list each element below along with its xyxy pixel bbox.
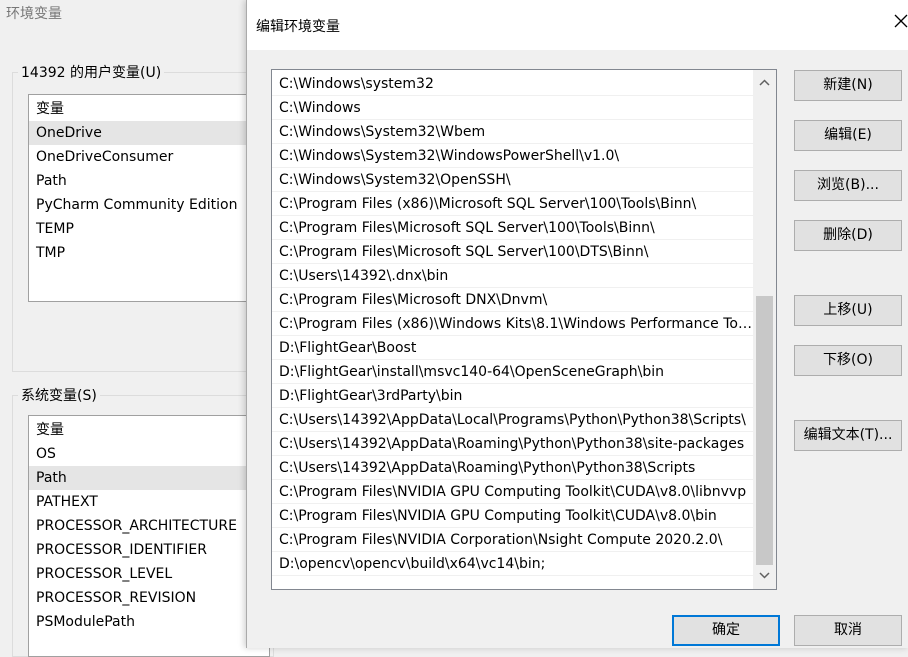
path-item[interactable]: D:\FlightGear\3rdParty\bin xyxy=(272,384,753,408)
path-item[interactable]: C:\Program Files\Microsoft SQL Server\10… xyxy=(272,240,753,264)
list-item[interactable]: Path xyxy=(29,466,269,490)
vertical-scrollbar[interactable] xyxy=(753,70,776,589)
path-item[interactable]: C:\Program Files (x86)\Microsoft SQL Ser… xyxy=(272,192,753,216)
path-item[interactable]: C:\Program Files (x86)\Windows Kits\8.1\… xyxy=(272,312,753,336)
list-item[interactable]: TEMP xyxy=(29,217,269,241)
edit-environment-variable-dialog: 编辑环境变量 C:\Windows\system32 C:\Windows C:\W… xyxy=(246,0,908,648)
path-item[interactable]: C:\Program Files\NVIDIA GPU Computing To… xyxy=(272,504,753,528)
list-item[interactable]: OneDriveConsumer xyxy=(29,145,269,169)
list-item[interactable]: PROCESSOR_ARCHITECTURE xyxy=(29,514,269,538)
new-button[interactable]: 新建(N) xyxy=(794,70,902,101)
path-item[interactable]: C:\Windows\system32 xyxy=(272,72,753,96)
window-title: 环境变量 xyxy=(6,6,62,22)
list-item[interactable]: PROCESSOR_IDENTIFIER xyxy=(29,538,269,562)
system-vars-header[interactable]: 变量 xyxy=(29,418,269,442)
path-item[interactable]: D:\FlightGear\Boost xyxy=(272,336,753,360)
list-item[interactable]: OS xyxy=(29,442,269,466)
chevron-down-icon[interactable] xyxy=(757,568,772,583)
close-icon[interactable] xyxy=(893,13,908,31)
path-item[interactable]: D:\opencv\opencv\build\x64\vc14\bin; xyxy=(272,552,753,576)
user-vars-header[interactable]: 变量 xyxy=(29,97,269,121)
chevron-up-icon[interactable] xyxy=(757,75,772,90)
move-up-button[interactable]: 上移(U) xyxy=(794,295,902,326)
list-item[interactable]: PyCharm Community Edition xyxy=(29,193,269,217)
edit-text-button[interactable]: 编辑文本(T)... xyxy=(794,420,902,451)
path-list[interactable]: C:\Windows\system32 C:\Windows C:\Windows\… xyxy=(271,69,777,590)
user-vars-list[interactable]: 变量 OneDrive OneDriveConsumer Path PyChar… xyxy=(28,94,270,302)
cancel-button[interactable]: 取消 xyxy=(794,615,902,646)
dialog-titlebar: 编辑环境变量 xyxy=(247,0,908,50)
list-item[interactable]: PROCESSOR_LEVEL xyxy=(29,562,269,586)
path-item[interactable]: C:\Windows\System32\OpenSSH\ xyxy=(272,168,753,192)
list-item[interactable]: PROCESSOR_REVISION xyxy=(29,586,269,610)
list-item[interactable]: OneDrive xyxy=(29,121,269,145)
path-item[interactable]: C:\Program Files\Microsoft SQL Server\10… xyxy=(272,216,753,240)
path-item[interactable]: C:\Users\14392\.dnx\bin xyxy=(272,264,753,288)
list-item[interactable]: PATHEXT xyxy=(29,490,269,514)
scrollbar-thumb[interactable] xyxy=(756,296,773,565)
path-item[interactable]: D:\FlightGear\install\msvc140-64\OpenSce… xyxy=(272,360,753,384)
dialog-title: 编辑环境变量 xyxy=(256,19,340,35)
system-vars-group-label: 系统变量(S) xyxy=(18,385,100,405)
list-item[interactable]: Path xyxy=(29,169,269,193)
move-down-button[interactable]: 下移(O) xyxy=(794,345,902,376)
list-item[interactable]: PSModulePath xyxy=(29,610,269,634)
path-rows: C:\Windows\system32 C:\Windows C:\Windows\… xyxy=(272,72,753,576)
path-item[interactable]: C:\Users\14392\AppData\Roaming\Python\Py… xyxy=(272,432,753,456)
browse-button[interactable]: 浏览(B)... xyxy=(794,170,902,201)
path-item[interactable]: C:\Program Files\NVIDIA GPU Computing To… xyxy=(272,480,753,504)
path-item[interactable]: C:\Users\14392\AppData\Local\Programs\Py… xyxy=(272,408,753,432)
ok-button[interactable]: 确定 xyxy=(672,615,780,646)
edit-button[interactable]: 编辑(E) xyxy=(794,120,902,151)
path-item[interactable]: C:\Windows\System32\Wbem xyxy=(272,120,753,144)
path-item[interactable]: C:\Program Files\NVIDIA Corporation\Nsig… xyxy=(272,528,753,552)
delete-button[interactable]: 删除(D) xyxy=(794,220,902,251)
path-item[interactable]: C:\Windows\System32\WindowsPowerShell\v1… xyxy=(272,144,753,168)
path-item[interactable]: C:\Windows xyxy=(272,96,753,120)
user-vars-group-label: 14392 的用户变量(U) xyxy=(18,62,165,82)
system-vars-list[interactable]: 变量 OS Path PATHEXT PROCESSOR_ARCHITECTUR… xyxy=(28,415,270,657)
path-item[interactable]: C:\Users\14392\AppData\Roaming\Python\Py… xyxy=(272,456,753,480)
list-item[interactable]: TMP xyxy=(29,241,269,265)
path-item[interactable]: C:\Program Files\Microsoft DNX\Dnvm\ xyxy=(272,288,753,312)
